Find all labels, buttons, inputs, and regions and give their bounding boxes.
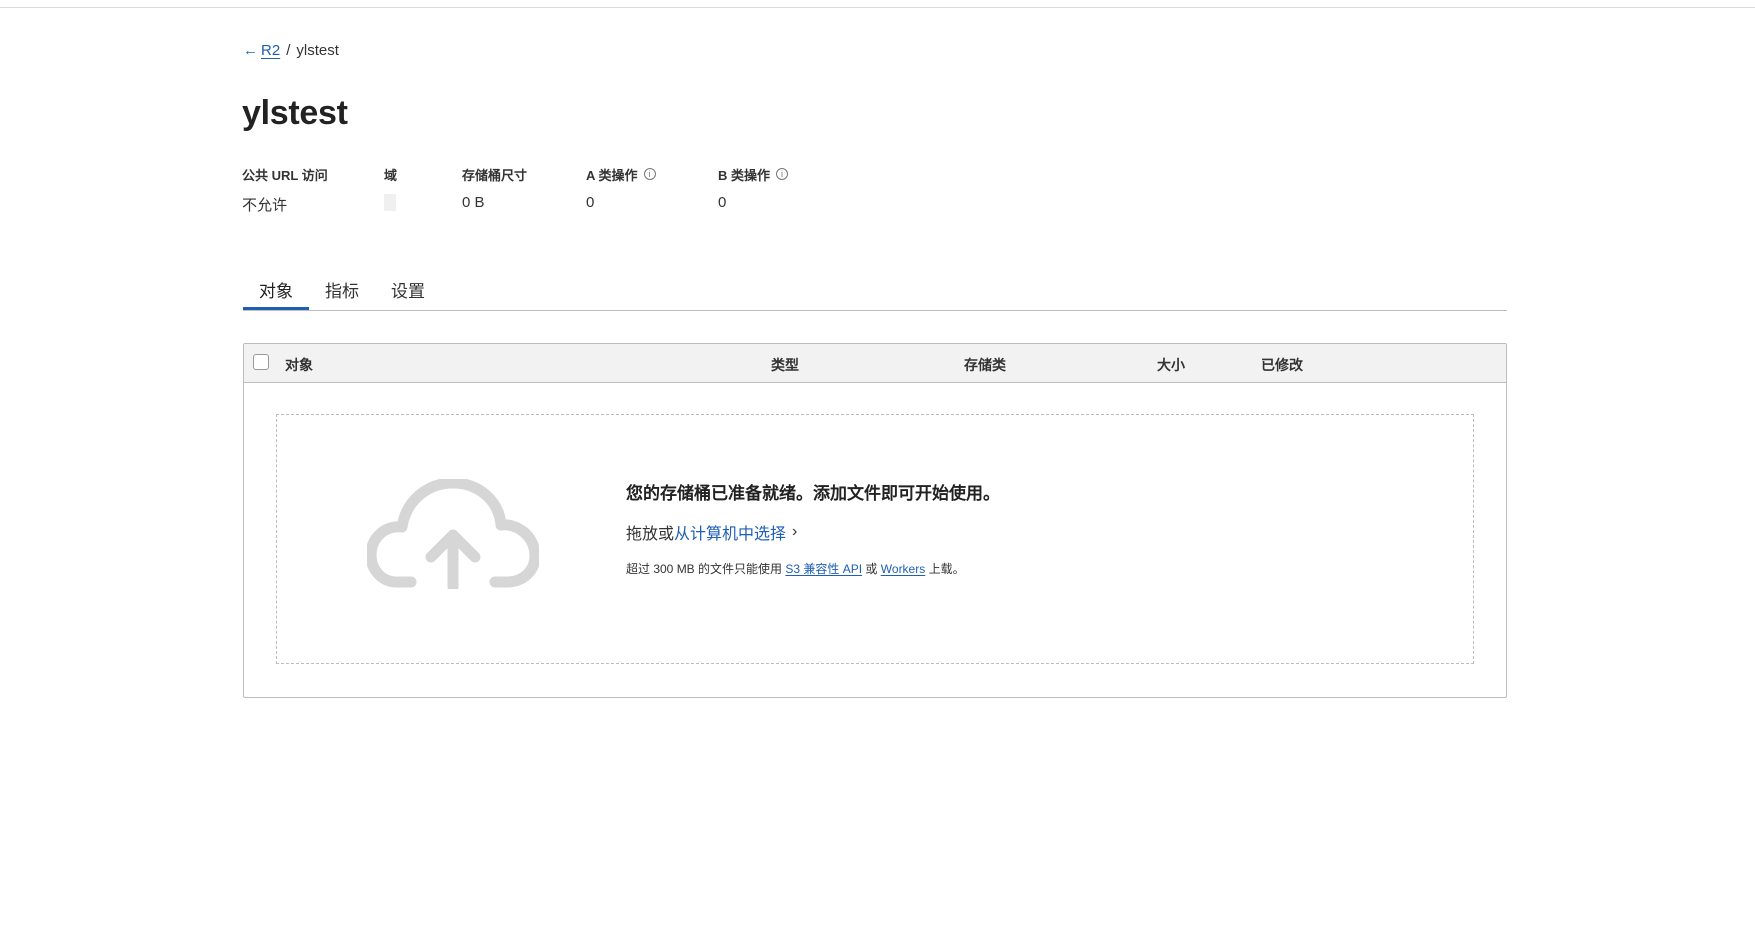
drag-prefix: 拖放或 xyxy=(626,526,675,543)
stat-value: 0 xyxy=(586,194,595,211)
stat-value: 0 B xyxy=(462,194,485,211)
stat-label-row: B 类操作 i xyxy=(718,166,789,183)
stat-label: 存储桶尺寸 xyxy=(462,167,528,183)
info-icon[interactable]: i xyxy=(643,168,656,180)
note-or: 或 xyxy=(865,562,878,576)
stat-label-row: A 类操作 i xyxy=(586,166,656,183)
stat-value xyxy=(384,194,397,212)
tab-settings[interactable]: 设置 xyxy=(375,272,441,310)
stat-class-a: A 类操作 i 0 xyxy=(586,166,656,212)
stat-public-url: 公共 URL 访问 不允许 xyxy=(242,166,328,215)
stat-value: 0 xyxy=(718,194,727,211)
arrow-left-icon[interactable]: ← xyxy=(243,42,258,59)
objects-table: 对象 类型 存储类 大小 已修改 您的存储桶已准备就绪。添加文件即可开始使用。 … xyxy=(243,343,1507,698)
breadcrumb-link-r2[interactable]: R2 xyxy=(261,42,280,59)
cloud-upload-icon xyxy=(367,479,539,589)
top-divider xyxy=(0,7,1755,8)
breadcrumb-separator: / xyxy=(286,42,291,59)
stat-label: B 类操作 xyxy=(718,167,771,183)
dropzone-action-line: 拖放或 从计算机中选择 › xyxy=(626,520,1000,544)
select-from-computer-link[interactable]: 从计算机中选择 xyxy=(674,520,786,544)
dropzone-title: 您的存储桶已准备就绪。添加文件即可开始使用。 xyxy=(626,484,1000,503)
dropzone-note: 超过 300 MB 的文件只能使用 S3 兼容性 API 或 Workers 上… xyxy=(626,560,1000,577)
s3-api-link[interactable]: S3 兼容性 API xyxy=(785,562,862,576)
column-header-storage-class[interactable]: 存储类 xyxy=(964,355,1006,375)
domain-placeholder xyxy=(384,194,396,211)
workers-link[interactable]: Workers xyxy=(881,562,925,576)
breadcrumb-current: ylstest xyxy=(296,42,339,59)
column-header-type[interactable]: 类型 xyxy=(771,355,799,375)
stat-label: A 类操作 xyxy=(586,167,638,183)
info-icon[interactable]: i xyxy=(776,168,789,180)
upload-dropzone[interactable]: 您的存储桶已准备就绪。添加文件即可开始使用。 拖放或 从计算机中选择 › 超过 … xyxy=(276,414,1474,664)
tab-objects[interactable]: 对象 xyxy=(243,272,309,310)
stat-value: 不允许 xyxy=(242,197,288,214)
stat-domain: 域 xyxy=(384,166,397,212)
chevron-right-icon[interactable]: › xyxy=(792,523,797,541)
breadcrumb: ← R2 / ylstest xyxy=(243,42,339,59)
stat-class-b: B 类操作 i 0 xyxy=(718,166,789,212)
stat-bucket-size: 存储桶尺寸 0 B xyxy=(462,166,527,212)
table-header: 对象 类型 存储类 大小 已修改 xyxy=(244,344,1506,383)
column-header-object[interactable]: 对象 xyxy=(285,355,313,375)
note-suffix: 上载。 xyxy=(928,562,965,576)
stat-label: 公共 URL 访问 xyxy=(242,167,328,183)
select-all-checkbox[interactable] xyxy=(253,354,269,370)
note-prefix: 超过 300 MB 的文件只能使用 xyxy=(626,562,783,576)
page-title: ylstest xyxy=(242,94,348,132)
tab-bar: 对象 指标 设置 xyxy=(243,272,1507,311)
stat-label: 域 xyxy=(384,167,398,183)
column-header-modified[interactable]: 已修改 xyxy=(1261,355,1303,375)
tab-metrics[interactable]: 指标 xyxy=(309,272,375,310)
column-header-size[interactable]: 大小 xyxy=(1157,355,1185,375)
dropzone-text: 您的存储桶已准备就绪。添加文件即可开始使用。 拖放或 从计算机中选择 › 超过 … xyxy=(626,479,1000,577)
